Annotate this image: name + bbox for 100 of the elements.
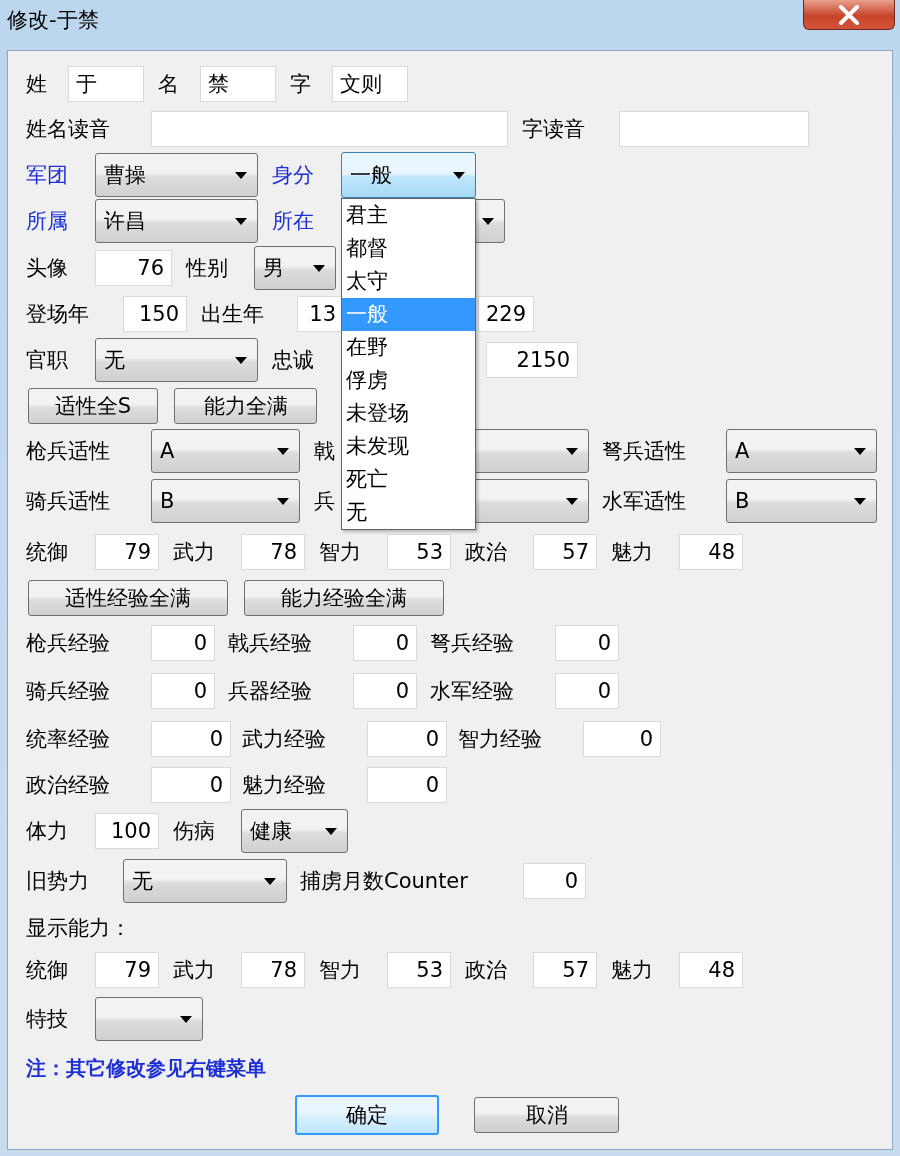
caret-icon <box>313 264 325 272</box>
field-label: 字读音 <box>522 116 585 143</box>
field-label: 水军适性 <box>602 488 686 515</box>
field-label: 字 <box>290 70 311 98</box>
input-field[interactable]: 57 <box>533 952 597 988</box>
input-field[interactable]: 229 <box>478 296 534 332</box>
field-label: 捕虏月数Counter <box>300 868 468 895</box>
dropdown-select[interactable]: 无 <box>95 338 258 382</box>
input-field[interactable]: 100 <box>95 813 159 849</box>
field-label: 兵 <box>314 488 335 515</box>
dropdown-select[interactable]: 健康 <box>241 809 348 853</box>
input-field[interactable]: 0 <box>555 625 619 661</box>
input-field[interactable]: 0 <box>583 721 661 757</box>
action-button[interactable]: 取消 <box>474 1097 619 1133</box>
field-label[interactable]: 所在 <box>272 207 314 235</box>
input-field[interactable]: 0 <box>367 767 447 803</box>
input-field[interactable] <box>151 111 508 147</box>
dropdown-option[interactable]: 死亡 <box>342 463 475 496</box>
input-field[interactable]: 48 <box>679 952 743 988</box>
field-label: 姓名读音 <box>26 116 110 143</box>
input-field[interactable]: 79 <box>95 534 159 570</box>
input-field[interactable]: 79 <box>95 952 159 988</box>
field-label[interactable]: 军团 <box>26 161 68 189</box>
dropdown-option[interactable]: 无 <box>342 496 475 529</box>
field-label: 骑兵经验 <box>26 678 110 705</box>
caret-icon <box>264 877 276 885</box>
input-field[interactable]: 2150 <box>486 342 578 378</box>
input-field[interactable]: 禁 <box>200 65 276 102</box>
dropdown-option[interactable]: 在野 <box>342 331 475 364</box>
field-label: 旧势力 <box>26 868 89 895</box>
dropdown-select[interactable]: B <box>151 479 300 523</box>
caret-icon <box>854 447 866 455</box>
input-field[interactable]: 0 <box>353 673 417 709</box>
input-field[interactable] <box>619 111 809 147</box>
input-field[interactable]: 57 <box>533 534 597 570</box>
input-field[interactable]: 于 <box>68 65 144 102</box>
field-label: 魅力 <box>611 957 653 984</box>
action-button[interactable]: 能力全满 <box>174 388 317 424</box>
caret-icon <box>277 447 289 455</box>
dropdown-select[interactable]: A <box>151 429 300 473</box>
field-label[interactable]: 所属 <box>26 207 68 235</box>
input-field[interactable]: 76 <box>95 250 172 286</box>
dropdown-option[interactable]: 都督 <box>342 232 475 265</box>
dropdown-option[interactable]: 太守 <box>342 265 475 298</box>
field-label: 姓 <box>26 70 47 98</box>
field-label: 水军经验 <box>430 678 514 705</box>
close-button[interactable] <box>803 0 895 30</box>
input-field[interactable]: 文则 <box>332 65 408 102</box>
input-field[interactable]: 150 <box>123 296 187 332</box>
field-label[interactable]: 身分 <box>272 161 314 189</box>
field-label: 魅力经验 <box>242 772 326 799</box>
field-label: 武力 <box>173 957 215 984</box>
input-field[interactable]: 78 <box>241 534 305 570</box>
input-field[interactable]: 78 <box>241 952 305 988</box>
field-label: 忠诚 <box>272 347 314 374</box>
caret-icon <box>235 171 247 179</box>
input-field[interactable]: 0 <box>151 625 215 661</box>
input-field[interactable]: 0 <box>151 767 231 803</box>
field-label: 名 <box>158 70 179 98</box>
field-label: 枪兵适性 <box>26 438 110 465</box>
dropdown-select[interactable]: B <box>726 479 877 523</box>
caret-icon <box>180 1015 192 1023</box>
dropdown-select[interactable]: 男 <box>254 246 336 290</box>
input-field[interactable]: 0 <box>523 863 586 899</box>
dropdown-select[interactable]: 曹操 <box>95 153 258 197</box>
dropdown-select[interactable] <box>95 997 203 1041</box>
field-label: 政治 <box>465 539 507 566</box>
dropdown-select[interactable]: A <box>726 429 877 473</box>
dropdown-select[interactable]: 许昌 <box>95 199 258 243</box>
action-button[interactable]: 适性经验全满 <box>28 580 228 616</box>
caret-icon <box>453 171 465 179</box>
field-label: 出生年 <box>201 301 264 328</box>
input-field[interactable]: 0 <box>151 673 215 709</box>
field-label: 弩兵经验 <box>430 630 514 657</box>
input-field[interactable]: 48 <box>679 534 743 570</box>
field-label: 武力 <box>173 539 215 566</box>
ok-button[interactable]: 确定 <box>295 1095 439 1135</box>
dropdown-option[interactable]: 君主 <box>342 199 475 232</box>
input-field[interactable]: 53 <box>387 952 451 988</box>
field-label: 官职 <box>26 347 68 374</box>
field-label: 头像 <box>26 255 68 282</box>
input-field[interactable]: 53 <box>387 534 451 570</box>
dropdown-select[interactable]: 一般 <box>341 152 476 198</box>
input-field[interactable]: 13 <box>297 296 344 332</box>
dropdown-select[interactable]: 无 <box>123 859 287 903</box>
dropdown-option[interactable]: 未发现 <box>342 430 475 463</box>
action-button[interactable]: 能力经验全满 <box>244 580 444 616</box>
field-label: 智力经验 <box>458 726 542 753</box>
field-label: 体力 <box>26 818 68 845</box>
input-field[interactable]: 0 <box>555 673 619 709</box>
input-field[interactable]: 0 <box>353 625 417 661</box>
dropdown-option[interactable]: 未登场 <box>342 397 475 430</box>
field-label: 显示能力： <box>26 915 131 942</box>
caret-icon <box>277 497 289 505</box>
dropdown-option[interactable]: 俘虏 <box>342 364 475 397</box>
field-label: 武力经验 <box>242 726 326 753</box>
window-title: 修改-于禁 <box>7 7 99 34</box>
input-field[interactable]: 0 <box>151 721 231 757</box>
action-button[interactable]: 适性全S <box>28 388 158 424</box>
input-field[interactable]: 0 <box>367 721 447 757</box>
